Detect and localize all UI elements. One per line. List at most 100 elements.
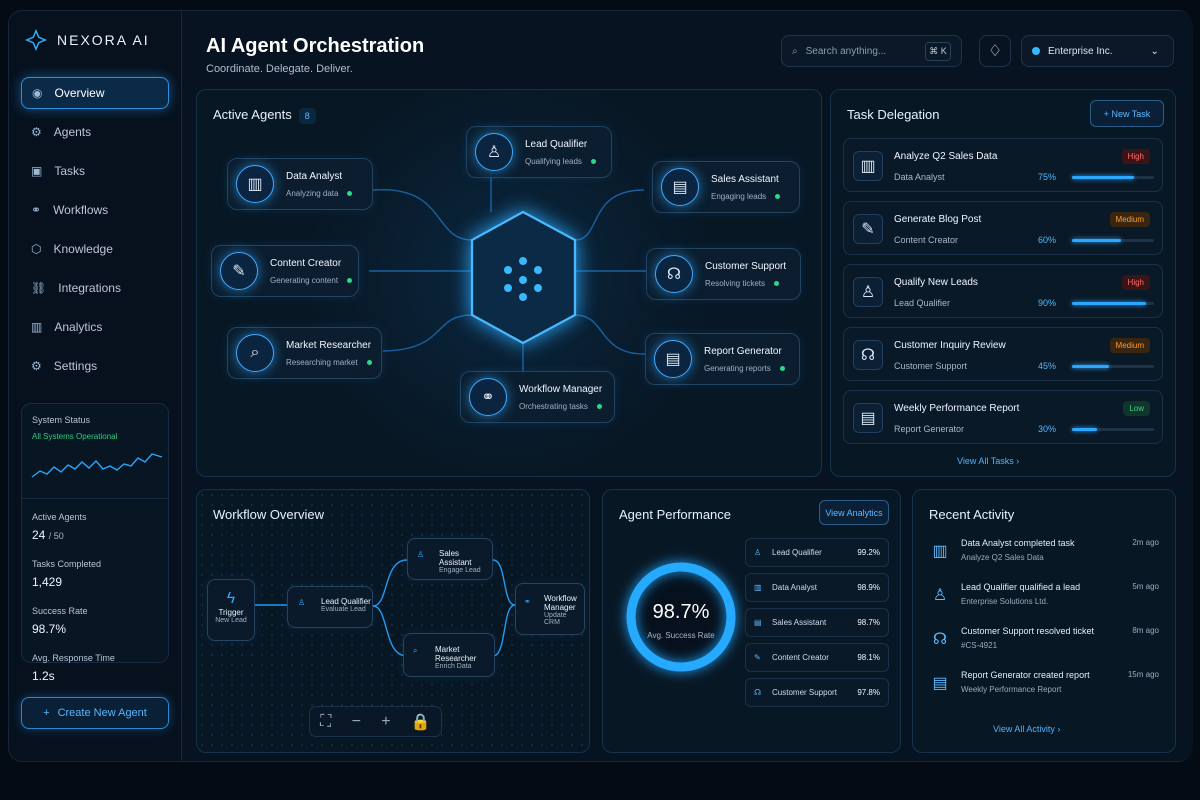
priority-badge: High — [1121, 275, 1150, 290]
sidebar-item-label: Analytics — [54, 320, 103, 334]
chevron-down-icon: ⌄ — [1150, 45, 1159, 57]
performance-row: ✎ Content Creator 98.1% — [745, 643, 889, 672]
pencil-icon: ✎ — [754, 653, 761, 662]
task-progress-text: 75% — [1038, 172, 1057, 182]
agent-card-sales-assistant[interactable]: ▤ Sales Assistant Engaging leads — [652, 161, 800, 213]
sidebar-item-tasks[interactable]: ▣ Tasks — [21, 155, 169, 187]
workflow-node-market-researcher[interactable]: ⌕ Market Researcher Enrich Data — [403, 633, 495, 677]
task-agent: Data Analyst — [894, 172, 945, 182]
plus-icon: + — [1103, 108, 1109, 119]
agent-card-content-creator[interactable]: ✎ Content Creator Generating content — [211, 245, 359, 297]
task-name: Qualify New Leads — [894, 277, 978, 288]
task-card[interactable]: ♙ Qualify New Leads Lead Qualifier High 90% — [843, 264, 1163, 318]
sidebar-item-label: Workflows — [53, 203, 109, 217]
task-name: Generate Blog Post — [894, 214, 982, 225]
org-status-dot — [1032, 47, 1040, 55]
workflow-node-sales-assistant[interactable]: ♙ Sales Assistant Engage Lead — [407, 538, 493, 580]
agent-card-report-generator[interactable]: ▤ Report Generator Generating reports — [645, 333, 800, 385]
sidebar-item-label: Tasks — [54, 164, 86, 178]
performance-row: ☊ Customer Support 97.8% — [745, 678, 889, 707]
task-progress-fill — [1072, 428, 1097, 431]
task-card[interactable]: ▤ Weekly Performance Report Report Generat… — [843, 390, 1163, 444]
system-status-card: System Status All Systems Operational Act… — [21, 403, 169, 683]
task-name: Analyze Q2 Sales Data — [894, 151, 998, 162]
workflow-node-lead-qualifier[interactable]: ♙ Lead Qualifier Evaluate Lead — [287, 586, 373, 628]
activity-text: Customer Support resolved ticket — [961, 626, 1095, 636]
overview-icon: ◉ — [32, 86, 43, 100]
tasks-completed-value: 1,429 — [32, 575, 63, 589]
task-progress-fill — [1072, 239, 1122, 242]
notifications-button[interactable]: ♢ — [979, 35, 1011, 67]
page-title: AI Agent Orchestration — [206, 35, 425, 57]
sidebar-nav: ◉ Overview ⚙ Agents ▣ Tasks ⚭ Workflows ⬡ Kno… — [21, 77, 169, 389]
brand-name: NEXORA AI — [57, 32, 150, 48]
lock-icon[interactable]: 🔒 — [411, 712, 431, 732]
canvas-controls: ⛶ − + 🔒 — [309, 706, 442, 737]
agent-card-lead-qualifier[interactable]: ♙ Lead Qualifier Qualifying leads — [466, 126, 612, 178]
task-progress-fill — [1072, 365, 1109, 368]
recent-activity-title: Recent Activity — [929, 507, 1015, 522]
activity-item[interactable]: ☊ Customer Support resolved ticket #CS-492… — [929, 626, 1159, 666]
zoom-out-icon[interactable]: − — [352, 713, 361, 731]
organization-select[interactable]: Enterprise Inc. ⌄ — [1021, 35, 1174, 67]
sidebar-item-knowledge[interactable]: ⬡ Knowledge — [21, 233, 169, 265]
task-progress-bar — [1072, 365, 1154, 368]
activity-item[interactable]: ▥ Data Analyst completed task Analyze Q2 S… — [929, 538, 1159, 578]
view-analytics-button[interactable]: View Analytics — [819, 500, 889, 525]
task-progress-text: 90% — [1038, 298, 1057, 308]
search-input[interactable]: ⌕ Search anything... ⌘ K — [781, 35, 962, 67]
activity-item[interactable]: ♙ Lead Qualifier qualified a lead Enterpri… — [929, 582, 1159, 622]
agent-card-data-analyst[interactable]: ▥ Data Analyst Analyzing data — [227, 158, 373, 210]
sidebar-item-workflows[interactable]: ⚭ Workflows — [21, 194, 169, 226]
sidebar-item-label: Agents — [53, 125, 92, 139]
performance-value: 98.9% — [857, 583, 880, 592]
gauge-value: 98.7% — [652, 601, 710, 623]
gauge-label: Avg. Success Rate — [647, 631, 715, 640]
agent-performance-title: Agent Performance — [619, 507, 732, 522]
settings-icon: ⚙ — [31, 359, 42, 373]
task-card[interactable]: ☊ Customer Inquiry Review Customer Support… — [843, 327, 1163, 381]
chart-icon: ▥ — [853, 151, 883, 181]
task-agent: Report Generator — [894, 424, 965, 434]
new-task-button[interactable]: + New Task — [1090, 100, 1164, 127]
task-progress-bar — [1072, 176, 1154, 179]
performance-value: 98.1% — [857, 653, 880, 662]
app-window: NEXORA AI ◉ Overview ⚙ Agents ▣ Tasks ⚭ Work… — [8, 10, 1193, 762]
system-status-title: System Status — [32, 415, 91, 425]
sidebar-item-overview[interactable]: ◉ Overview — [21, 77, 169, 109]
integrations-icon: ⛓ — [31, 281, 47, 295]
task-progress-bar — [1072, 302, 1154, 305]
sidebar-item-analytics[interactable]: ▥ Analytics — [21, 311, 169, 343]
view-all-activity-link[interactable]: View All Activity › — [993, 724, 1060, 734]
star-logo-icon — [24, 28, 48, 52]
activity-time: 2m ago — [1132, 538, 1159, 547]
task-card[interactable]: ✎ Generate Blog Post Content Creator Medium… — [843, 201, 1163, 255]
agent-card-customer-support[interactable]: ☊ Customer Support Resolving tickets — [646, 248, 801, 300]
workflow-node-workflow-manager[interactable]: ⚭ Workflow Manager Update CRM — [515, 583, 585, 635]
workflows-icon: ⚭ — [31, 203, 42, 217]
performance-agent: Lead Qualifier — [772, 548, 822, 557]
headset-icon: ☊ — [932, 631, 948, 648]
sidebar-item-integrations[interactable]: ⛓ Integrations — [21, 272, 169, 304]
activity-item[interactable]: ▤ Report Generator created report Weekly P… — [929, 670, 1159, 710]
user-icon: ♙ — [475, 133, 513, 171]
workflow-node-trigger[interactable]: ϟ Trigger New Lead — [207, 579, 255, 641]
sidebar-item-label: Overview — [54, 86, 105, 100]
agent-performance-panel: Agent Performance View Analytics 98.7% A… — [602, 489, 901, 753]
analytics-icon: ▥ — [31, 320, 43, 334]
sidebar-item-agents[interactable]: ⚙ Agents — [21, 116, 169, 148]
task-agent: Content Creator — [894, 235, 959, 245]
sidebar-item-settings[interactable]: ⚙ Settings — [21, 350, 169, 382]
create-new-agent-button[interactable]: + Create New Agent — [21, 697, 169, 729]
fit-view-icon[interactable]: ⛶ — [320, 713, 331, 731]
agent-card-market-researcher[interactable]: ⌕ Market Researcher Researching market — [227, 327, 382, 379]
view-all-tasks-link[interactable]: View All Tasks › — [957, 456, 1019, 466]
chat-icon: ▤ — [661, 168, 699, 206]
zoom-in-icon[interactable]: + — [381, 713, 390, 731]
task-agent: Lead Qualifier — [894, 298, 951, 308]
task-card[interactable]: ▥ Analyze Q2 Sales Data Data Analyst High 75… — [843, 138, 1163, 192]
main-content: AI Agent Orchestration Coordinate. Delega… — [181, 11, 1193, 761]
agent-card-workflow-manager[interactable]: ⚭ Workflow Manager Orchestrating tasks — [460, 371, 615, 423]
sidebar-item-label: Settings — [53, 359, 98, 373]
agents-icon: ⚙ — [31, 125, 42, 139]
